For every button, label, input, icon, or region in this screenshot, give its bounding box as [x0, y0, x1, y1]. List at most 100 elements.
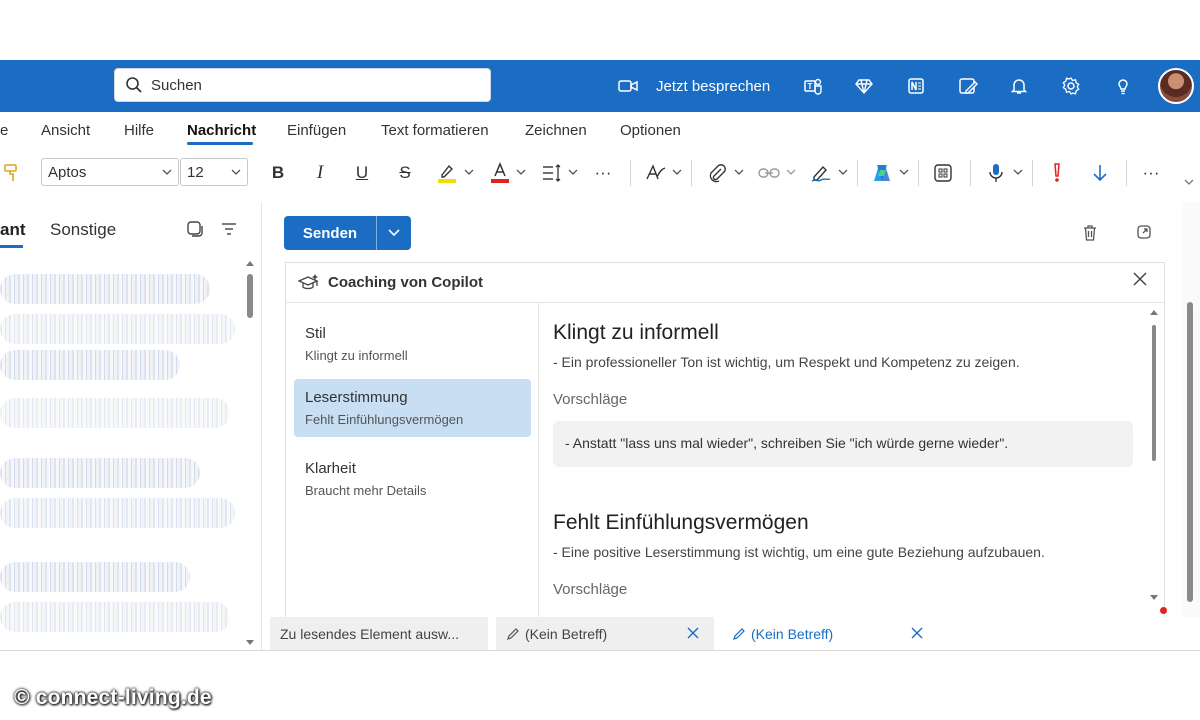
font-family-value: Aptos — [48, 163, 87, 181]
toolbar-divider — [1126, 160, 1127, 186]
blurred-message[interactable] — [0, 274, 210, 304]
font-family-select[interactable]: Aptos — [41, 158, 179, 186]
chevron-down-icon[interactable] — [838, 168, 848, 176]
send-button[interactable]: Senden — [284, 216, 411, 250]
italic-button[interactable]: I — [309, 162, 331, 184]
close-icon[interactable] — [686, 626, 700, 640]
blurred-message[interactable] — [0, 350, 180, 380]
suggestions-label: Vorschläge — [553, 391, 628, 408]
diamond-icon[interactable] — [852, 74, 876, 98]
chevron-down-icon[interactable] — [786, 168, 796, 176]
meet-now-label: Jetzt besprechen — [656, 77, 771, 95]
underline-button[interactable]: U — [351, 162, 373, 184]
microphone-icon[interactable] — [985, 162, 1007, 184]
scroll-up-icon[interactable] — [1150, 309, 1158, 315]
section-text: - Ein professioneller Ton ist wichtig, u… — [553, 354, 1020, 370]
tab-hilfe[interactable]: Hilfe — [124, 122, 154, 139]
close-button[interactable] — [1132, 271, 1156, 295]
scroll-down-icon[interactable] — [1150, 595, 1158, 601]
chevron-down-icon[interactable] — [1184, 178, 1194, 186]
chevron-down-icon[interactable] — [568, 168, 578, 176]
blurred-message[interactable] — [0, 562, 190, 592]
tab-ansicht[interactable]: Ansicht — [41, 122, 90, 139]
meet-now-button[interactable]: Jetzt besprechen — [618, 74, 770, 98]
avatar[interactable] — [1158, 68, 1194, 104]
high-importance-icon[interactable] — [1046, 162, 1068, 184]
tab-draft-2[interactable]: (Kein Betreff) — [722, 617, 938, 650]
tab-focused[interactable]: ant — [0, 220, 26, 240]
toolbar-divider — [970, 160, 971, 186]
font-size-value: 12 — [187, 163, 204, 181]
filter-icon[interactable] — [220, 220, 240, 240]
onenote-icon[interactable] — [904, 74, 928, 98]
suggestions-label: Vorschläge — [553, 581, 628, 598]
tab-einfuegen[interactable]: Einfügen — [287, 122, 346, 139]
teams-icon[interactable]: T — [801, 74, 825, 98]
scroll-up-icon[interactable] — [246, 260, 254, 266]
copilot-icon[interactable] — [871, 162, 893, 184]
tab-start[interactable]: e — [0, 122, 8, 139]
format-painter-icon[interactable] — [0, 162, 22, 184]
font-size-select[interactable]: 12 — [180, 158, 248, 186]
chevron-down-icon[interactable] — [734, 168, 744, 176]
blurred-message[interactable] — [0, 602, 230, 632]
tab-optionen[interactable]: Optionen — [620, 122, 681, 139]
suggestion-box[interactable]: - Anstatt "lass uns mal wieder", schreib… — [553, 421, 1133, 467]
send-options-button[interactable] — [377, 229, 411, 237]
category-leserstimmung[interactable]: Leserstimmung Fehlt Einfühlungsvermögen — [294, 379, 531, 437]
chevron-down-icon[interactable] — [464, 168, 474, 176]
font-color-icon[interactable] — [489, 162, 511, 184]
trash-icon[interactable] — [1082, 224, 1102, 244]
section-text: - Eine positive Leserstimmung ist wichti… — [553, 544, 1045, 560]
notification-dot — [1160, 607, 1167, 614]
bell-icon[interactable] — [1007, 74, 1031, 98]
low-importance-icon[interactable] — [1089, 162, 1111, 184]
copilot-coaching-panel: Coaching von Copilot Stil Klingt zu info… — [285, 262, 1165, 622]
close-icon — [1133, 272, 1147, 286]
blurred-message[interactable] — [0, 314, 235, 344]
link-icon[interactable] — [758, 162, 780, 184]
highlight-icon[interactable] — [436, 162, 458, 184]
blurred-message[interactable] — [0, 498, 235, 528]
search-input[interactable]: Suchen — [114, 68, 491, 102]
tab-reading-pane[interactable]: Zu lesendes Element ausw... — [270, 617, 488, 650]
tab-nachricht[interactable]: Nachricht — [187, 122, 256, 139]
attach-icon[interactable] — [706, 162, 728, 184]
tab-zeichnen[interactable]: Zeichnen — [525, 122, 587, 139]
window-edge — [0, 650, 1200, 651]
popout-icon[interactable] — [1136, 224, 1156, 244]
signature-icon[interactable] — [810, 162, 832, 184]
category-stil[interactable]: Stil Klingt zu informell — [294, 315, 531, 373]
close-icon[interactable] — [910, 626, 924, 640]
chevron-down-icon[interactable] — [899, 168, 909, 176]
styles-icon[interactable] — [645, 162, 667, 184]
scrollbar-thumb[interactable] — [1152, 325, 1156, 461]
chevron-down-icon[interactable] — [1013, 168, 1023, 176]
chevron-down-icon[interactable] — [516, 168, 526, 176]
strikethrough-button[interactable]: S — [394, 162, 416, 184]
category-klarheit[interactable]: Klarheit Braucht mehr Details — [294, 450, 531, 508]
apps-icon[interactable] — [932, 162, 954, 184]
tab-other[interactable]: Sonstige — [50, 220, 116, 240]
section-heading: Klingt zu informell — [553, 321, 719, 344]
toolbar-divider — [691, 160, 692, 186]
scrollbar-thumb[interactable] — [1187, 302, 1193, 602]
select-icon[interactable] — [186, 220, 206, 240]
note-edit-icon[interactable] — [956, 74, 980, 98]
lightbulb-icon[interactable] — [1111, 74, 1135, 98]
more-formatting-button[interactable]: ··· — [592, 162, 614, 184]
tab-draft-1[interactable]: (Kein Betreff) — [496, 617, 714, 650]
line-spacing-icon[interactable] — [541, 162, 563, 184]
blurred-message[interactable] — [0, 458, 200, 488]
chevron-down-icon[interactable] — [672, 168, 682, 176]
tab-text-formatieren[interactable]: Text formatieren — [381, 122, 489, 139]
gear-icon[interactable] — [1059, 74, 1083, 98]
blurred-message[interactable] — [0, 398, 230, 428]
tab-label: (Kein Betreff) — [525, 625, 608, 642]
bold-button[interactable]: B — [267, 162, 289, 184]
search-icon — [126, 77, 142, 93]
scroll-down-icon[interactable] — [246, 640, 254, 646]
scrollbar-thumb[interactable] — [247, 274, 253, 318]
more-options-button[interactable]: ··· — [1140, 162, 1162, 184]
outer-scrollbar[interactable] — [1182, 202, 1200, 650]
